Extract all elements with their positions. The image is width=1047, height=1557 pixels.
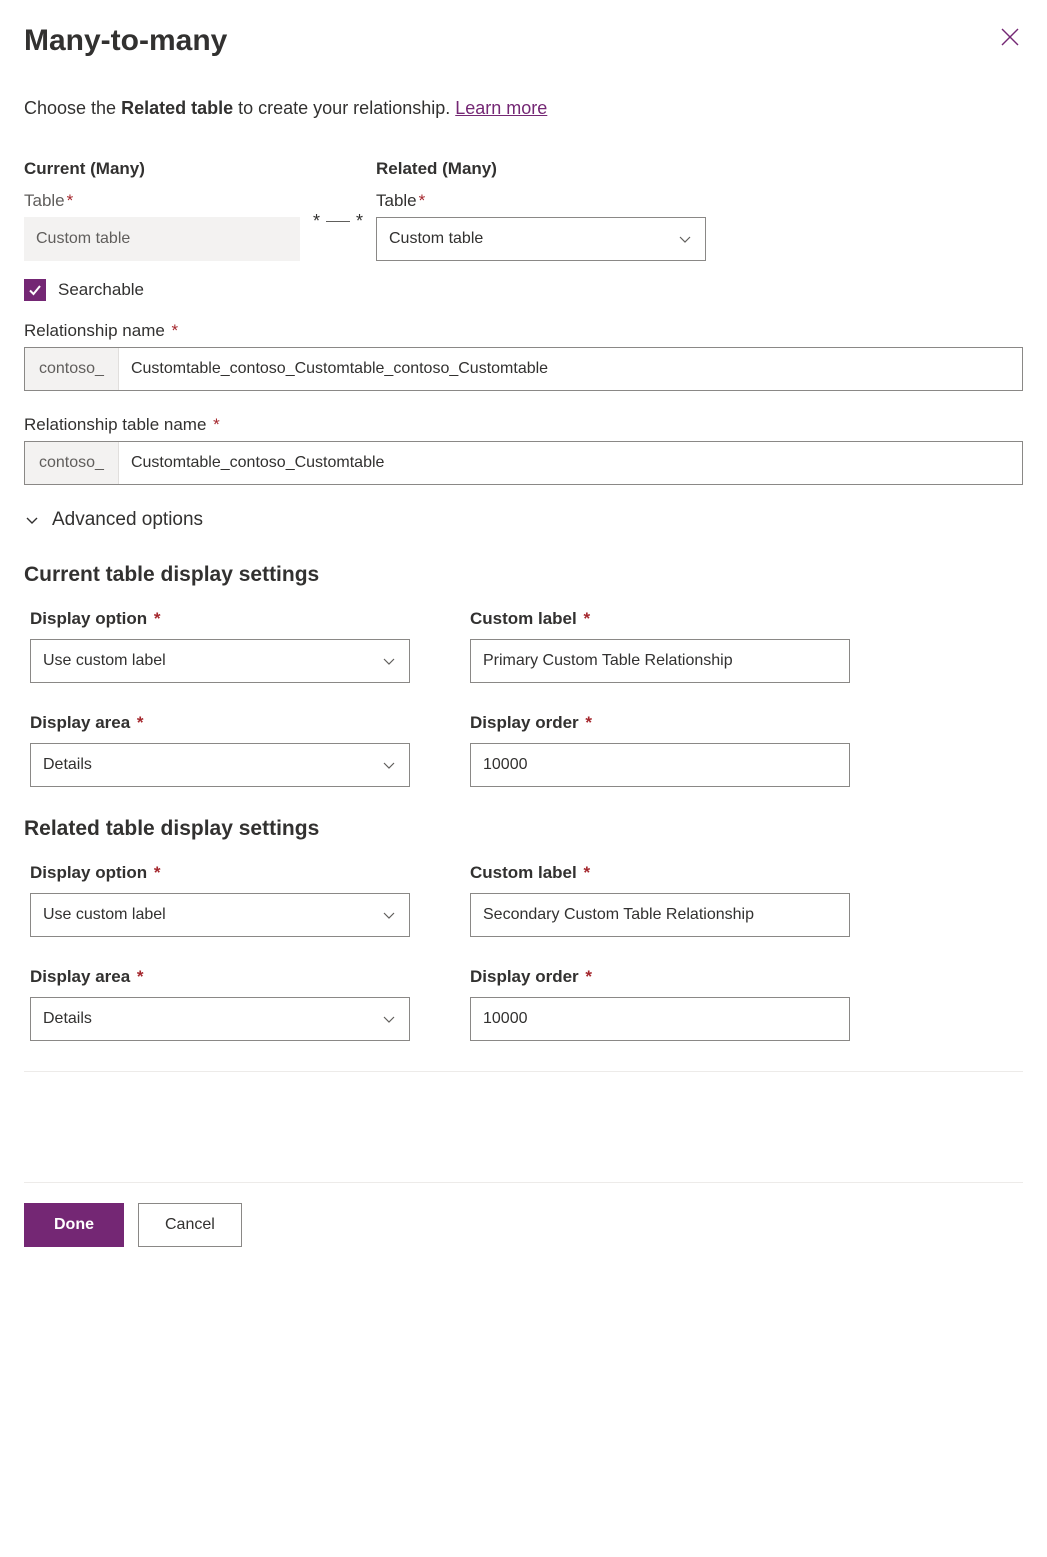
searchable-checkbox[interactable] [24,279,46,301]
related-many-heading: Related (Many) [376,159,706,179]
related-table-label: Table* [376,191,706,211]
intro-bold: Related table [121,98,233,118]
current-display-option-select[interactable]: Use custom label [30,639,410,683]
searchable-label: Searchable [58,280,144,300]
related-display-area-label: Display area * [30,967,410,987]
current-display-area-select[interactable]: Details [30,743,410,787]
intro-post: to create your relationship. [233,98,455,118]
related-table-settings-heading: Related table display settings [24,817,1023,841]
related-display-order-label: Display order * [470,967,850,987]
relationship-table-name-prefix: contoso_ [25,442,119,484]
check-icon [28,283,42,297]
intro-text: Choose the Related table to create your … [24,98,1023,119]
current-display-area-label: Display area * [30,713,410,733]
related-display-order-input[interactable] [470,997,850,1041]
related-table-select[interactable]: Custom table [376,217,706,261]
current-many-heading: Current (Many) [24,159,300,179]
current-display-order-label: Display order * [470,713,850,733]
relationship-table-name-input[interactable] [119,442,1022,484]
related-display-area-select[interactable]: Details [30,997,410,1041]
related-custom-label-input[interactable] [470,893,850,937]
intro-pre: Choose the [24,98,121,118]
advanced-options-toggle[interactable]: Advanced options [24,509,1023,531]
related-custom-label-label: Custom label * [470,863,850,883]
done-button[interactable]: Done [24,1203,124,1247]
current-display-option-label: Display option * [30,609,410,629]
current-table-field: Custom table [24,217,300,261]
section-divider [24,1071,1023,1072]
current-table-label: Table* [24,191,300,211]
close-button[interactable] [997,24,1023,53]
relationship-table-name-label: Relationship table name * [24,415,1023,435]
relationship-name-label: Relationship name * [24,321,1023,341]
relationship-name-input[interactable] [119,348,1022,390]
current-table-settings-heading: Current table display settings [24,563,1023,587]
current-custom-label-label: Custom label * [470,609,850,629]
related-display-option-label: Display option * [30,863,410,883]
close-icon [1001,28,1019,46]
advanced-options-label: Advanced options [52,509,203,531]
cancel-button[interactable]: Cancel [138,1203,242,1247]
relationship-name-prefix: contoso_ [25,348,119,390]
current-custom-label-input[interactable] [470,639,850,683]
current-display-order-input[interactable] [470,743,850,787]
chevron-down-icon [24,512,40,528]
related-display-option-select[interactable]: Use custom label [30,893,410,937]
relationship-connector: ** [300,159,376,232]
learn-more-link[interactable]: Learn more [455,98,547,118]
page-title: Many-to-many [24,24,227,58]
